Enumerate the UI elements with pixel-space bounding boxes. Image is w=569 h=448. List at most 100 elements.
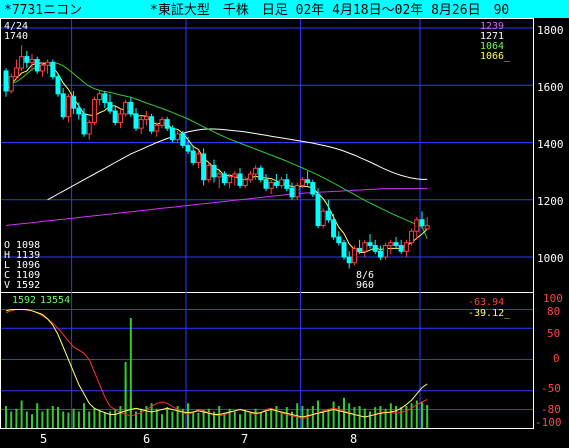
volume-bar — [254, 408, 257, 428]
candle-body — [227, 176, 233, 184]
volume-bar — [400, 407, 403, 428]
month-label-jun: 6 — [143, 432, 150, 446]
candle-body — [419, 219, 425, 227]
volume-bar — [374, 407, 377, 428]
volume-bar — [103, 412, 106, 428]
volume-spike — [124, 362, 127, 428]
candle-body — [268, 182, 274, 189]
candle-body — [195, 153, 201, 164]
candle-body — [107, 101, 113, 112]
candle-body — [206, 164, 212, 181]
candle-body — [97, 93, 103, 101]
candle-body — [76, 107, 82, 115]
candle-body — [289, 187, 295, 198]
candle-body — [24, 56, 30, 63]
price-tick: 1200 — [537, 195, 564, 208]
candle-body — [310, 182, 316, 195]
candle-body — [149, 116, 155, 132]
volume-bar — [46, 408, 49, 428]
osc-yellow-line — [5, 309, 428, 418]
volume-bar — [93, 408, 96, 428]
price-panel-frame — [0, 18, 534, 293]
candle-body — [29, 58, 35, 63]
candle-body — [305, 179, 311, 184]
volume-bar — [5, 406, 7, 428]
candle-body — [128, 101, 134, 115]
candle-body — [320, 210, 326, 227]
volume-bar — [218, 406, 221, 428]
candle-body — [357, 247, 363, 252]
candle-body — [341, 242, 347, 258]
ma-long-line — [5, 188, 428, 226]
volume-bar — [233, 411, 236, 428]
volume-bar — [285, 407, 288, 428]
volume-bar — [259, 412, 262, 428]
candle-body — [232, 173, 238, 178]
candle-body — [190, 150, 196, 164]
candle-body — [91, 99, 97, 123]
candle-body — [409, 230, 415, 244]
candle-body — [336, 236, 342, 244]
volume-bar — [421, 401, 423, 428]
volume-bar — [426, 404, 429, 428]
osc-tick: 80 — [547, 305, 560, 318]
candle-body — [164, 119, 170, 129]
candle-body — [362, 242, 368, 252]
volume-bar — [25, 411, 28, 428]
osc-tick: 50 — [547, 327, 560, 340]
candle-body — [60, 93, 66, 118]
volume-bar — [72, 408, 75, 428]
candle-body — [367, 242, 373, 247]
candle-body — [13, 67, 19, 78]
volume-bar — [171, 411, 174, 428]
candle-body — [247, 173, 253, 181]
candle-body — [253, 167, 259, 175]
volume-bar — [395, 406, 397, 428]
candle-body — [45, 61, 51, 66]
candle-body — [133, 113, 139, 129]
price-tick: 1000 — [537, 252, 564, 265]
ma-short-layer — [5, 61, 428, 253]
volume-label-current: 1592 — [12, 295, 36, 306]
candle-body — [263, 179, 269, 189]
volume-bar — [311, 406, 314, 428]
volume-bar — [327, 408, 330, 428]
volume-bar — [51, 406, 54, 428]
candle-body — [81, 113, 87, 135]
volume-bar — [363, 408, 366, 428]
low-value-label: 960 — [356, 280, 374, 291]
candle-body — [216, 173, 222, 178]
candle-body — [383, 245, 389, 258]
ticker-label: *7731ニコン — [4, 3, 82, 18]
volume-spike — [129, 318, 132, 428]
volume-bar — [410, 403, 413, 428]
candle-body — [159, 119, 165, 126]
osc-value-yellow: -39.12_ — [468, 308, 511, 319]
candle-body — [117, 113, 123, 123]
volume-bar — [77, 411, 80, 428]
volume-bar — [239, 414, 241, 428]
volume-bar — [67, 412, 70, 428]
volume-bar — [270, 408, 273, 428]
high-value-label: 1740 — [4, 31, 28, 42]
candle-body — [351, 247, 357, 264]
candle-body — [377, 250, 383, 258]
volume-bar — [405, 406, 408, 428]
candle-body — [403, 242, 409, 252]
candle-body — [175, 133, 181, 141]
candle-body — [102, 93, 108, 103]
osc-tick: -100 — [535, 416, 562, 429]
volume-bar — [348, 403, 351, 428]
volume-bar — [166, 407, 169, 428]
candle-body — [50, 61, 56, 78]
volume-bar — [353, 407, 356, 428]
month-label-jul: 7 — [241, 432, 248, 446]
candle-body — [169, 127, 175, 141]
month-label-may: 5 — [40, 432, 47, 446]
volume-bar — [161, 414, 163, 428]
volume-label-max: 13554 — [40, 295, 70, 306]
volume-bar — [57, 407, 59, 428]
price-tick: 1800 — [537, 24, 564, 37]
price-tick: 1600 — [537, 81, 564, 94]
volume-bar — [62, 411, 65, 428]
